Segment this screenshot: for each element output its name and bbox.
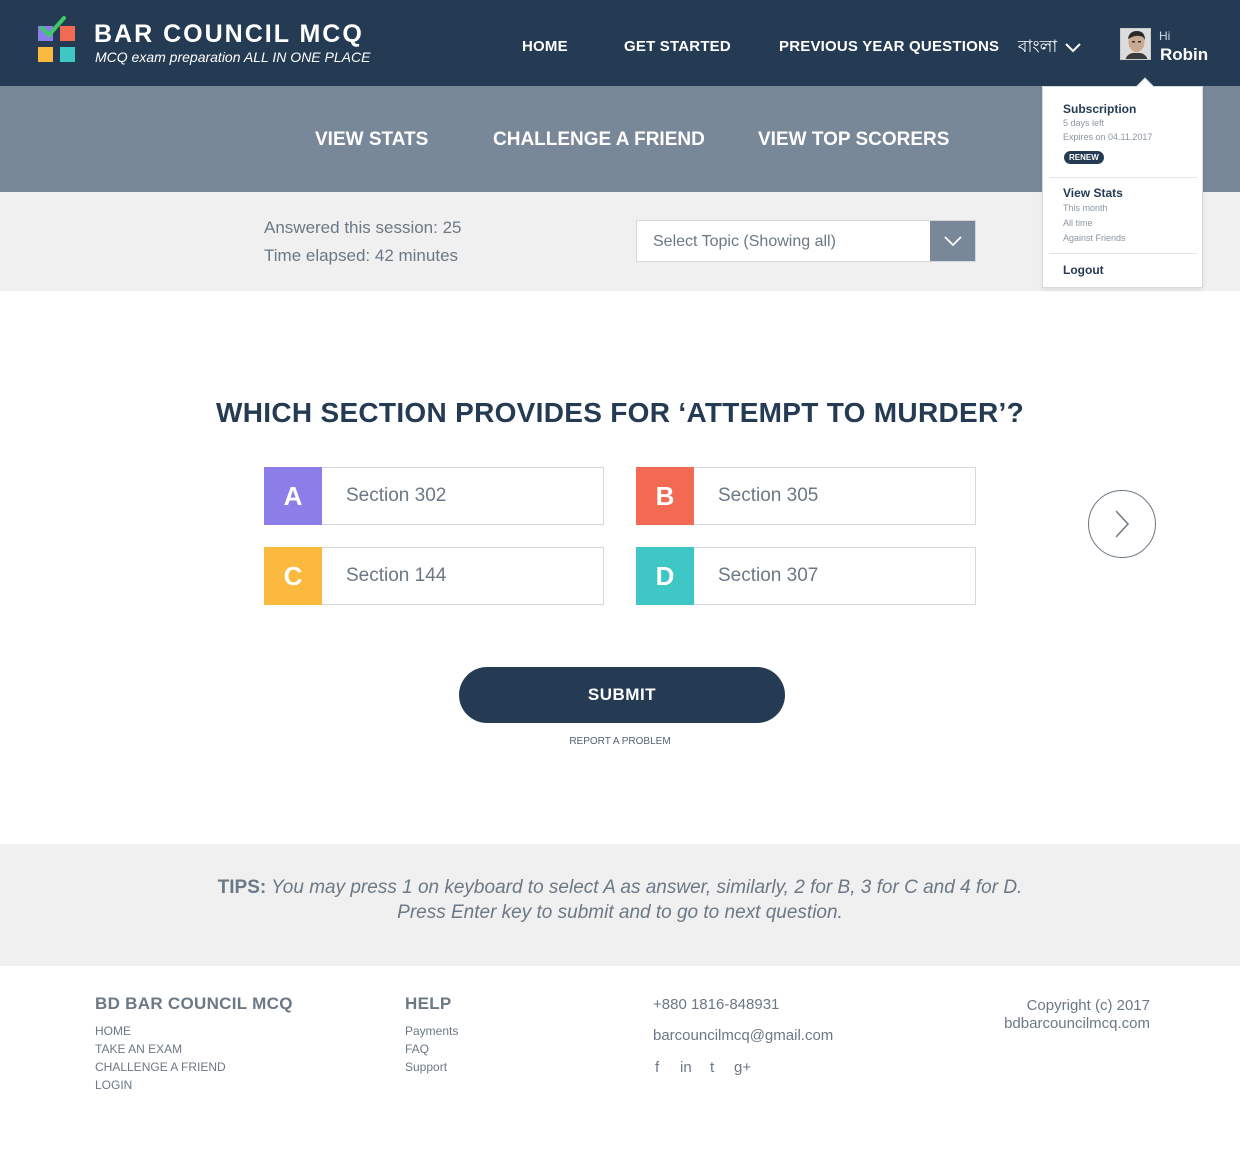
option-a[interactable]: A Section 302 (264, 467, 604, 525)
menu-view-stats[interactable]: View Stats (1063, 186, 1123, 200)
option-b[interactable]: B Section 305 (636, 467, 976, 525)
footer-link-payments[interactable]: Payments (405, 1024, 458, 1038)
menu-logout[interactable]: Logout (1063, 263, 1104, 277)
subnav-view-stats[interactable]: VIEW STATS (315, 129, 428, 151)
menu-subscription[interactable]: Subscription (1063, 102, 1136, 116)
brand-subtitle: MCQ exam preparation ALL IN ONE PLACE (95, 49, 371, 65)
option-text-c: Section 144 (346, 565, 447, 586)
menu-stats-against-friends[interactable]: Against Friends (1063, 233, 1126, 243)
footer-phone[interactable]: +880 1816-848931 (653, 996, 779, 1013)
option-d[interactable]: D Section 307 (636, 547, 976, 605)
menu-stats-all-time[interactable]: All time (1063, 218, 1093, 228)
nav-get-started[interactable]: GET STARTED (624, 38, 731, 55)
chevron-down-icon (1065, 43, 1082, 53)
subscription-days-left: 5 days left (1063, 118, 1105, 128)
subnav-challenge-a-friend[interactable]: CHALLENGE A FRIEND (493, 129, 705, 151)
footer-link-challenge-a-friend[interactable]: CHALLENGE A FRIEND (95, 1060, 226, 1074)
option-letter-c: C (264, 547, 322, 605)
menu-stats-this-month[interactable]: This month (1063, 203, 1108, 213)
menu-divider (1049, 253, 1197, 254)
chevron-right-icon (1115, 510, 1130, 538)
next-question-button[interactable] (1088, 490, 1156, 558)
language-label: বাংলা (1018, 37, 1058, 56)
footer-link-take-an-exam[interactable]: TAKE AN EXAM (95, 1042, 182, 1056)
nav-previous-year-questions[interactable]: PREVIOUS YEAR QUESTIONS (779, 38, 999, 55)
subnav-view-top-scorers[interactable]: VIEW TOP SCORERS (758, 129, 949, 151)
linkedin-icon[interactable]: in (680, 1059, 692, 1076)
footer-brand-title: BD BAR COUNCIL MCQ (95, 994, 293, 1013)
google-plus-icon[interactable]: g+ (734, 1059, 751, 1076)
tips-panel: TIPS: You may press 1 on keyboard to sel… (0, 844, 1240, 966)
renew-button[interactable]: RENEW (1064, 151, 1104, 164)
user-dropdown-menu: Subscription 5 days left Expires on 04.1… (1042, 77, 1203, 288)
username[interactable]: Robin (1160, 45, 1208, 65)
footer-link-home[interactable]: HOME (95, 1024, 131, 1038)
option-letter-b: B (636, 467, 694, 525)
topic-select-value: Select Topic (Showing all) (653, 233, 836, 250)
option-letter-a: A (264, 467, 322, 525)
nav-home[interactable]: HOME (522, 38, 568, 55)
option-c[interactable]: C Section 144 (264, 547, 604, 605)
greeting-text: Hi (1159, 29, 1171, 43)
top-header: BAR COUNCIL MCQ MCQ exam preparation ALL… (0, 0, 1240, 86)
time-elapsed: Time elapsed: 42 minutes (264, 246, 459, 265)
tip-label: TIPS: (217, 877, 267, 898)
option-text-a: Section 302 (346, 485, 447, 506)
answered-count: Answered this session: 25 (264, 218, 462, 237)
footer-link-support[interactable]: Support (405, 1060, 447, 1074)
footer-copyright: Copyright (c) 2017 (1026, 997, 1150, 1014)
brand-title[interactable]: BAR COUNCIL MCQ (94, 20, 364, 49)
tip-text-1: You may press 1 on keyboard to select A … (266, 877, 1023, 898)
subscription-expiry: Expires on 04.11.2017 (1063, 132, 1153, 142)
report-problem-link[interactable]: REPORT A PROBLEM (0, 736, 1240, 747)
logo-icon[interactable] (38, 16, 76, 64)
language-selector[interactable]: বাংলা (1018, 34, 1082, 62)
tip-line-1: TIPS: You may press 1 on keyboard to sel… (0, 877, 1240, 899)
chevron-down-icon (943, 236, 962, 246)
option-text-d: Section 307 (718, 565, 819, 586)
footer-website[interactable]: bdbarcouncilmcq.com (1004, 1015, 1150, 1032)
menu-divider (1049, 177, 1197, 178)
tip-line-2: Press Enter key to submit and to go to n… (397, 902, 843, 923)
topic-select-toggle[interactable] (930, 221, 975, 261)
footer-link-faq[interactable]: FAQ (405, 1042, 429, 1056)
footer-link-login[interactable]: LOGIN (95, 1078, 132, 1092)
option-letter-d: D (636, 547, 694, 605)
footer-email[interactable]: barcouncilmcq@gmail.com (653, 1027, 833, 1044)
option-text-b: Section 305 (718, 485, 819, 506)
question-text: WHICH SECTION PROVIDES FOR ‘ATTEMPT TO M… (216, 397, 1024, 428)
avatar[interactable] (1120, 28, 1151, 60)
facebook-icon[interactable]: f (655, 1059, 659, 1076)
submit-button[interactable]: SUBMIT (459, 667, 785, 723)
footer-help-title: HELP (405, 994, 452, 1013)
topic-select[interactable]: Select Topic (Showing all) (636, 220, 976, 262)
twitter-icon[interactable]: t (710, 1059, 714, 1076)
